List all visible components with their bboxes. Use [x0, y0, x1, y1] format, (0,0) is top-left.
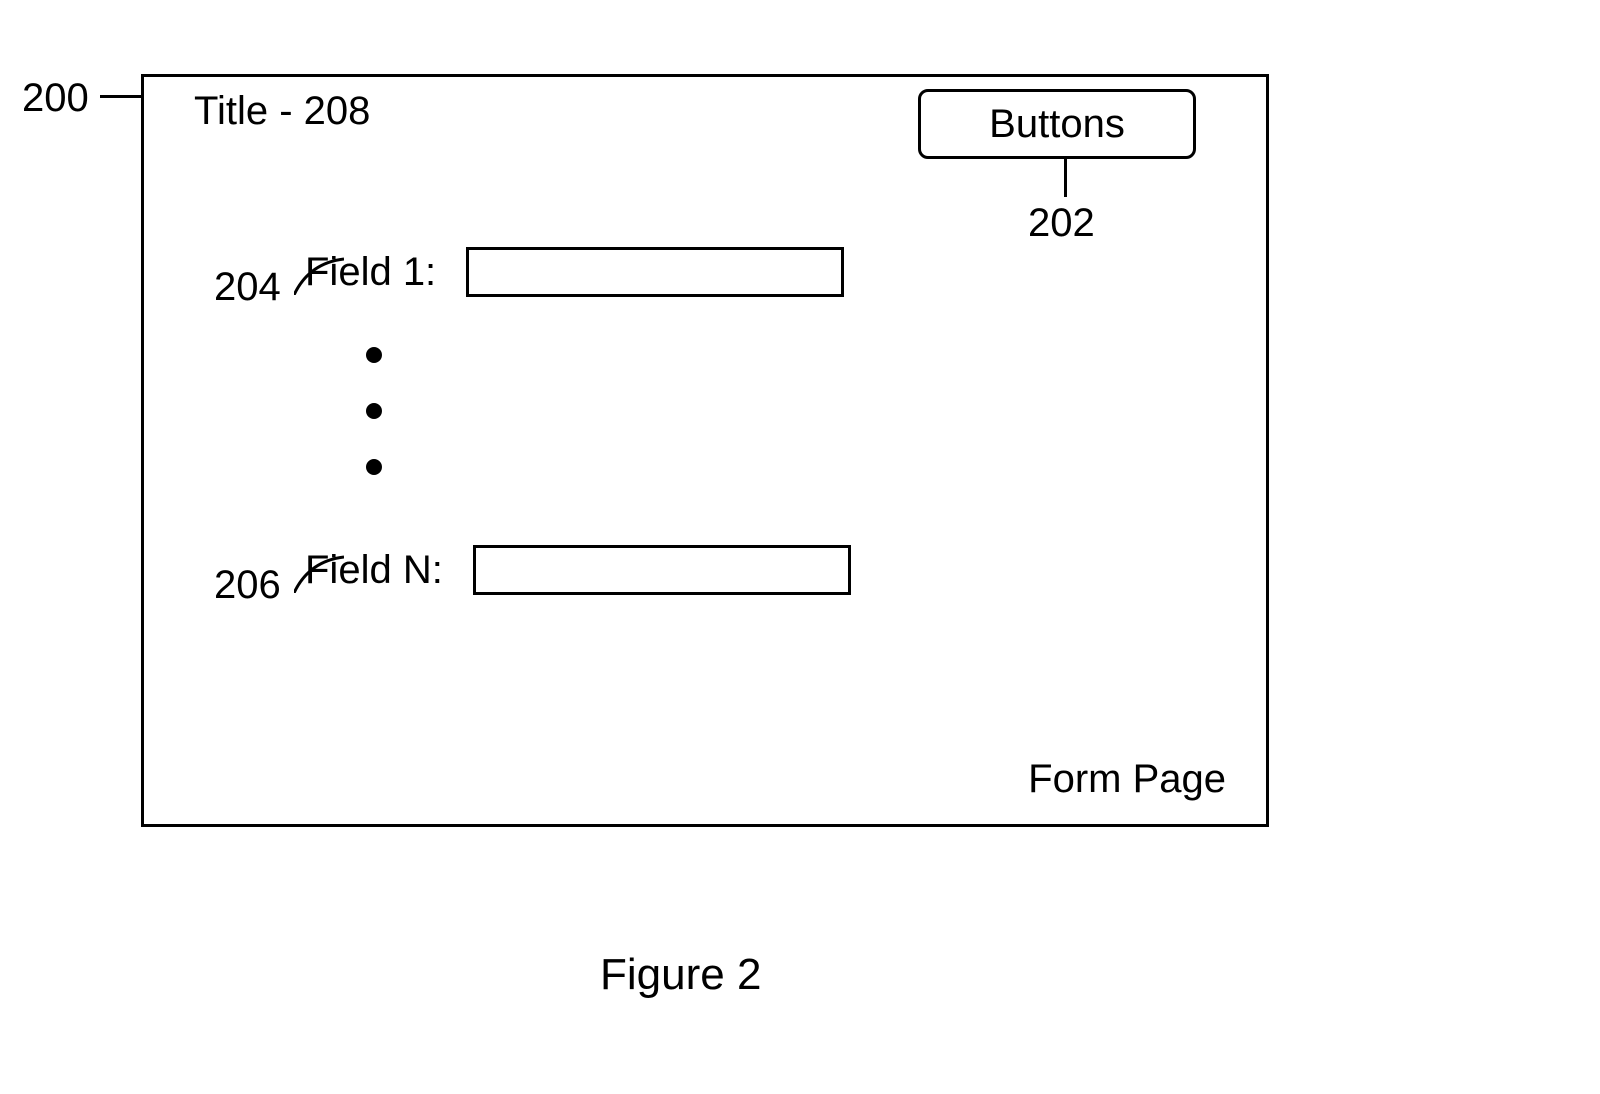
buttons-box[interactable]: Buttons: [918, 89, 1196, 159]
leader-line-202: [1064, 159, 1067, 197]
field-n-label: Field N:: [305, 548, 443, 593]
form-page-container: Title - 208 Buttons 202 204 Field 1: 206…: [141, 74, 1269, 827]
field-n-row: Field N:: [305, 545, 851, 595]
dot-icon: [366, 403, 382, 419]
dot-icon: [366, 347, 382, 363]
reference-number-206: 206: [214, 563, 281, 608]
figure-caption: Figure 2: [600, 950, 761, 1000]
field-1-row: Field 1:: [305, 247, 844, 297]
field-1-input[interactable]: [466, 247, 844, 297]
field-n-input[interactable]: [473, 545, 851, 595]
page-title: Title - 208: [194, 89, 370, 134]
buttons-label: Buttons: [989, 102, 1125, 147]
reference-number-200: 200: [22, 76, 89, 121]
reference-number-202: 202: [1028, 201, 1095, 246]
reference-number-204: 204: [214, 265, 281, 310]
dot-icon: [366, 459, 382, 475]
leader-line-200: [100, 95, 141, 98]
field-1-label: Field 1:: [305, 250, 436, 295]
form-page-label: Form Page: [1028, 757, 1226, 802]
ellipsis-dots: [366, 347, 382, 475]
